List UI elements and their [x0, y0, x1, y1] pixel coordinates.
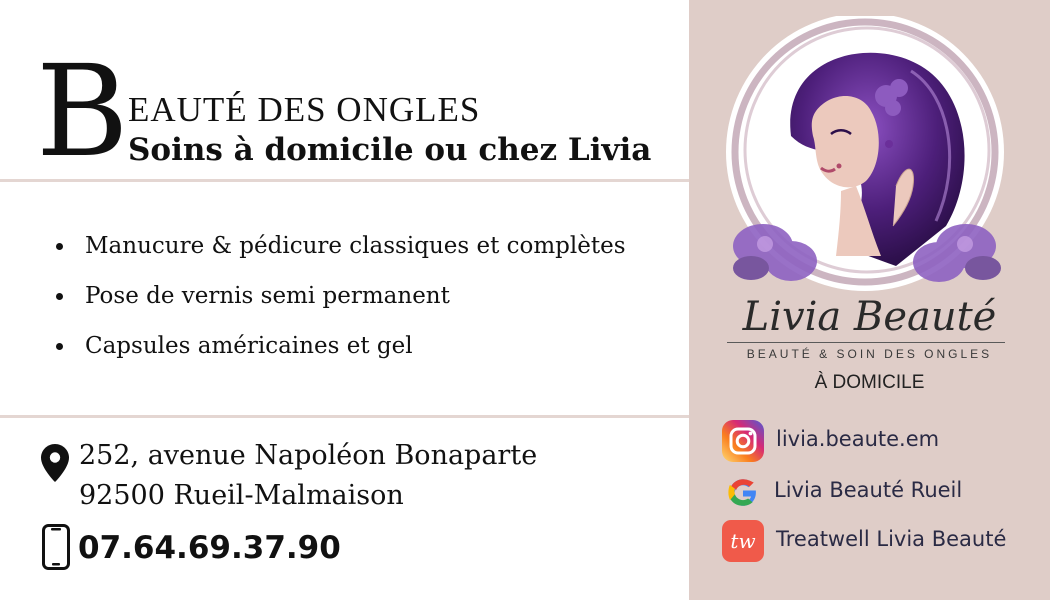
- google-business-name: Livia Beauté Rueil: [774, 478, 963, 502]
- brand-name: Livia Beauté: [742, 294, 997, 340]
- location-pin-icon: [41, 444, 69, 482]
- service-item: Manucure & pédicure classiques et complè…: [52, 228, 626, 278]
- title-dropcap: B: [36, 38, 129, 185]
- brand-underline: [727, 342, 1005, 343]
- phone-number[interactable]: 07.64.69.37.90: [78, 526, 341, 570]
- service-mode-label: À DOMICILE: [814, 372, 925, 393]
- bullet-icon: [56, 343, 63, 350]
- treatwell-icon-text: tw: [730, 529, 755, 553]
- service-text: Pose de vernis semi permanent: [85, 283, 450, 309]
- instagram-handle: livia.beaute.em: [776, 427, 940, 451]
- service-text: Manucure & pédicure classiques et complè…: [85, 233, 626, 259]
- treatwell-name: Treatwell Livia Beauté: [776, 527, 1007, 551]
- services-list: Manucure & pédicure classiques et complè…: [52, 228, 626, 378]
- mobile-phone-icon: [42, 524, 70, 570]
- brand-tagline: BEAUTÉ & SOIN DES ONGLES: [746, 347, 993, 361]
- card-front-left-panel: B EAUTÉ DES ONGLES Soins à domicile ou c…: [0, 0, 689, 600]
- google-icon: [728, 479, 757, 506]
- bullet-icon: [56, 293, 63, 300]
- bullet-icon: [56, 243, 63, 250]
- service-item: Pose de vernis semi permanent: [52, 278, 626, 328]
- address-city: 92500 Rueil-Malmaison: [79, 480, 404, 511]
- address: 252, avenue Napoléon Bonaparte 92500 Rue…: [79, 436, 537, 516]
- title-heading: EAUTÉ DES ONGLES: [128, 90, 481, 129]
- instagram-icon: [722, 420, 764, 462]
- address-street: 252, avenue Napoléon Bonaparte: [79, 440, 538, 471]
- service-text: Capsules américaines et gel: [85, 333, 413, 359]
- divider-top: [0, 179, 689, 182]
- divider-bottom: [0, 415, 689, 418]
- service-item: Capsules américaines et gel: [52, 328, 626, 378]
- treatwell-icon: tw: [722, 520, 764, 562]
- woman-portrait-logo: [726, 16, 1004, 291]
- subtitle-heading: Soins à domicile ou chez Livia: [128, 132, 652, 168]
